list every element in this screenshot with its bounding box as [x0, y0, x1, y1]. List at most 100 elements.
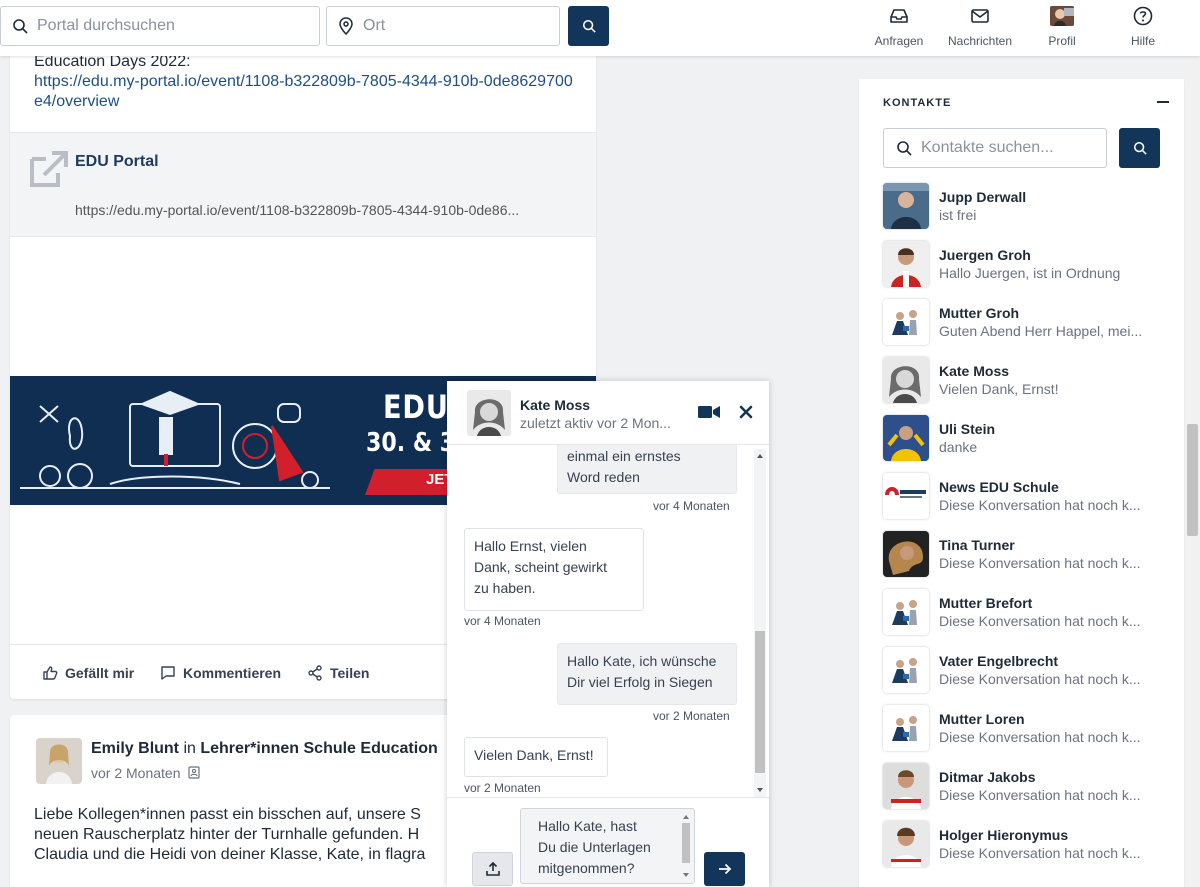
mail-icon — [945, 4, 1015, 28]
contact-name: Mutter Groh — [939, 305, 1020, 321]
contact-item[interactable]: Holger Hieronymus Diese Konversation hat… — [883, 819, 1173, 875]
portal-search-input[interactable]: Portal durchsuchen — [0, 6, 320, 46]
message-input[interactable]: Hallo Kate, hast Du die Unterlagen mitge… — [520, 808, 695, 884]
message-draft-line: Hallo Kate, hast — [538, 818, 637, 834]
post-link[interactable]: https://edu.my-portal.io/event/1108-b322… — [34, 72, 574, 112]
contact-avatar — [883, 357, 929, 403]
nav-messages[interactable]: Nachrichten — [945, 4, 1015, 48]
scroll-down-arrow-icon[interactable] — [681, 871, 691, 879]
link-preview[interactable]: EDU Portal https://edu.my-portal.io/even… — [10, 132, 596, 237]
contact-last-message: Diese Konversation hat noch k... — [939, 845, 1141, 861]
contact-item[interactable]: Kate Moss Vielen Dank, Ernst! — [883, 355, 1173, 411]
message-draft-line: mitgenommen? — [538, 860, 635, 876]
contact-name: Tina Turner — [939, 537, 1015, 553]
link-preview-url: https://edu.my-portal.io/event/1108-b322… — [75, 202, 520, 218]
author-avatar[interactable] — [36, 738, 82, 784]
external-link-icon — [30, 151, 68, 187]
contact-item[interactable]: Ditmar Jakobs Diese Konversation hat noc… — [883, 761, 1173, 817]
chat-window: Kate Moss zuletzt aktiv vor 2 Mon... ein… — [447, 381, 769, 887]
message-text: Hallo Kate, ich wünsche — [567, 653, 717, 669]
chat-scrollbar-thumb[interactable] — [755, 631, 765, 773]
search-button[interactable] — [568, 6, 609, 46]
contact-item[interactable]: Mutter Brefort Diese Konversation hat no… — [883, 587, 1173, 643]
contact-last-message: Diese Konversation hat noch k... — [939, 497, 1141, 513]
upload-button[interactable] — [472, 852, 513, 886]
message-text: Dir viel Erfolg in Siegen — [567, 674, 713, 690]
comment-icon — [161, 666, 175, 680]
contacts-search-placeholder: Kontakte suchen... — [921, 139, 1054, 156]
scroll-up-arrow-icon[interactable] — [681, 813, 691, 821]
nav-help[interactable]: Hilfe — [1108, 4, 1178, 48]
message-bubble-sent: Hallo Kate, ich wünsche Dir viel Erfolg … — [557, 643, 737, 705]
message-time: vor 4 Monaten — [464, 614, 541, 628]
chat-contact-avatar[interactable] — [467, 390, 511, 436]
contact-name: Kate Moss — [939, 363, 1010, 379]
scroll-down-arrow-icon[interactable] — [754, 785, 766, 795]
portal-search-placeholder: Portal durchsuchen — [37, 17, 175, 34]
nav-requests[interactable]: Anfragen — [864, 4, 934, 48]
contact-item[interactable]: Juergen Groh Hallo Juergen, ist in Ordnu… — [883, 239, 1173, 295]
chat-header: Kate Moss zuletzt aktiv vor 2 Mon... — [447, 381, 769, 445]
banner-illustration — [20, 390, 330, 489]
group-name[interactable]: Lehrer*innen Schule Education — [200, 740, 437, 757]
contact-name: Mutter Loren — [939, 711, 1025, 727]
page-scrollbar-thumb[interactable] — [1187, 424, 1198, 536]
message-input-scrollbar-thumb[interactable] — [682, 823, 690, 863]
close-icon[interactable] — [739, 405, 753, 419]
location-input[interactable]: Ort — [326, 6, 560, 46]
contact-item[interactable]: Vater Engelbrecht Diese Konversation hat… — [883, 645, 1173, 701]
page-scrollbar[interactable] — [1185, 56, 1200, 887]
message-input-scrollbar[interactable] — [681, 813, 691, 879]
author-name[interactable]: Emily Blunt — [91, 740, 179, 757]
like-label: Gefällt mir — [65, 665, 135, 681]
contact-name: Jupp Derwall — [939, 189, 1027, 205]
post-time: vor 2 Monaten — [91, 765, 200, 781]
scroll-up-arrow-icon[interactable] — [754, 451, 766, 461]
send-button[interactable] — [704, 852, 745, 886]
message-text: einmal ein ernstes — [567, 448, 681, 464]
contact-avatar — [883, 647, 929, 693]
contact-last-message: Guten Abend Herr Happel, mei... — [939, 323, 1143, 339]
message-bubble-sent: einmal ein ernstes Word reden — [557, 445, 737, 494]
contact-item[interactable]: Mutter Loren Diese Konversation hat noch… — [883, 703, 1173, 759]
group-visibility-icon — [188, 766, 200, 779]
contact-last-message: Diese Konversation hat noch k... — [939, 729, 1141, 745]
like-button[interactable]: Gefällt mir — [42, 665, 134, 681]
nav-help-label: Hilfe — [1130, 34, 1155, 48]
contact-item[interactable]: News EDU Schule Diese Konversation hat n… — [883, 471, 1173, 527]
comment-button[interactable]: Kommentieren — [160, 665, 281, 681]
message-text: Hallo Ernst, vielen — [474, 538, 587, 554]
nav-profile-label: Profil — [1048, 34, 1076, 48]
contacts-search-input[interactable]: Kontakte suchen... — [883, 128, 1107, 168]
contact-avatar — [883, 531, 929, 577]
message-draft-line: Du die Unterlagen — [538, 839, 651, 855]
chat-composer: Hallo Kate, hast Du die Unterlagen mitge… — [447, 797, 769, 887]
contact-avatar — [883, 589, 929, 635]
message-time: vor 4 Monaten — [653, 499, 730, 513]
contact-avatar — [883, 299, 929, 345]
contact-last-message: Hallo Juergen, ist in Ordnung — [939, 265, 1121, 281]
contact-last-message: Diese Konversation hat noch k... — [939, 671, 1141, 687]
link-preview-title: EDU Portal — [75, 153, 159, 170]
contact-last-message: Diese Konversation hat noch k... — [939, 555, 1141, 571]
contact-item[interactable]: Mutter Groh Guten Abend Herr Happel, mei… — [883, 297, 1173, 353]
chat-scrollbar[interactable] — [754, 449, 766, 797]
inbox-icon — [864, 4, 934, 28]
contacts-search-button[interactable] — [1119, 128, 1160, 168]
contact-item[interactable]: Uli Stein danke — [883, 413, 1173, 469]
contact-last-message: Diese Konversation hat noch k... — [939, 787, 1141, 803]
contact-name: Vater Engelbrecht — [939, 653, 1059, 669]
share-button[interactable]: Teilen — [307, 665, 369, 681]
contact-avatar — [883, 241, 929, 287]
share-icon — [308, 665, 322, 681]
nav-profile[interactable]: Profil — [1027, 4, 1097, 48]
contact-avatar — [883, 415, 929, 461]
collapse-minus-icon[interactable] — [1157, 101, 1169, 103]
contact-item[interactable]: Jupp Derwall ist frei — [883, 181, 1173, 237]
message-text: Dank, scheint gewirkt — [474, 559, 608, 575]
post-connector: in — [179, 740, 201, 757]
location-placeholder: Ort — [363, 17, 386, 34]
video-call-icon[interactable] — [698, 405, 720, 419]
arrow-right-icon — [718, 863, 731, 875]
contact-item[interactable]: Tina Turner Diese Konversation hat noch … — [883, 529, 1173, 585]
